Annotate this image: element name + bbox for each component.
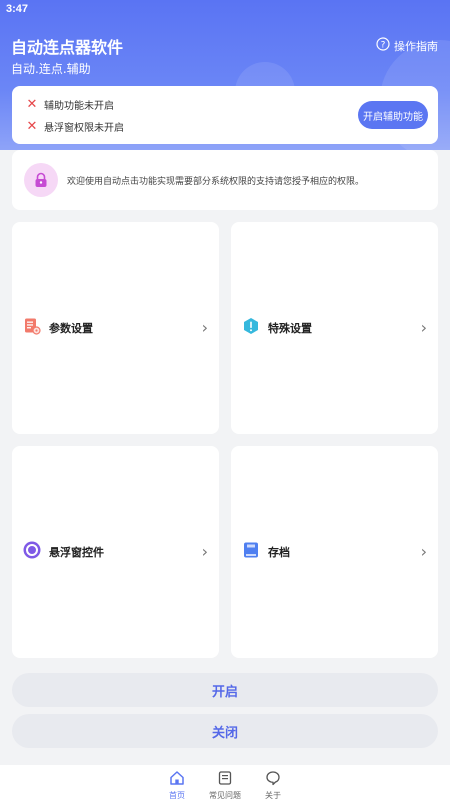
chevron-right-icon: › <box>201 542 208 561</box>
tile-archive[interactable]: 存档 › <box>231 446 438 658</box>
float-circle-icon <box>23 541 41 563</box>
about-icon <box>265 770 281 788</box>
welcome-card: 欢迎使用自动点击功能实现需要部分系统权限的支持请您授予相应的权限。 <box>12 150 438 210</box>
svg-text:?: ? <box>381 41 386 51</box>
nav-item-about[interactable]: 关于 <box>248 768 298 800</box>
tile-float-widget[interactable]: 悬浮窗控件 › <box>12 446 219 658</box>
enable-accessibility-button[interactable]: 开启辅助功能 <box>358 101 428 129</box>
error-x-icon: ✕ <box>26 119 38 134</box>
welcome-text: 欢迎使用自动点击功能实现需要部分系统权限的支持请您授予相应的权限。 <box>67 177 365 187</box>
app-title: 自动连点器软件 <box>11 38 124 57</box>
permission-label: 悬浮窗权限未开启 <box>44 123 124 134</box>
chevron-right-icon: › <box>201 318 208 337</box>
tile-parameter-settings[interactable]: 参数设置 › <box>12 222 219 434</box>
tile-special-settings[interactable]: 特殊设置 › <box>231 222 438 434</box>
nav-label: 首页 <box>169 791 185 800</box>
permission-label: 辅助功能未开启 <box>44 101 114 112</box>
tile-label: 悬浮窗控件 <box>49 546 104 559</box>
start-button[interactable]: 开启 <box>12 673 438 707</box>
tile-label: 特殊设置 <box>268 322 312 335</box>
home-icon <box>169 770 185 788</box>
guide-button[interactable]: ? 操作指南 <box>376 37 438 54</box>
app-subtitle: 自动.连点.辅助 <box>11 62 91 76</box>
permission-item-overlay: ✕ 悬浮窗权限未开启 <box>26 119 124 134</box>
tile-label: 存档 <box>268 546 290 559</box>
chevron-right-icon: › <box>420 318 427 337</box>
document-settings-icon <box>23 317 41 339</box>
alert-hexagon-icon <box>242 317 260 339</box>
help-circle-icon: ? <box>376 37 390 54</box>
status-bar-time: 3:47 <box>6 3 29 15</box>
nav-label: 关于 <box>265 791 281 800</box>
stop-button[interactable]: 关闭 <box>12 714 438 748</box>
guide-label: 操作指南 <box>394 39 438 53</box>
nav-label: 常见问题 <box>209 791 241 800</box>
permission-item-accessibility: ✕ 辅助功能未开启 <box>26 97 114 112</box>
chevron-right-icon: › <box>420 542 427 561</box>
nav-item-faq[interactable]: 常见问题 <box>200 768 250 800</box>
tile-label: 参数设置 <box>49 322 93 335</box>
error-x-icon: ✕ <box>26 97 38 112</box>
bottom-nav: 首页 常见问题 关于 <box>0 765 450 800</box>
nav-item-home[interactable]: 首页 <box>152 768 202 800</box>
save-archive-icon <box>242 541 260 563</box>
lock-icon <box>24 163 58 197</box>
faq-icon <box>217 770 233 788</box>
permissions-card: ✕ 辅助功能未开启 ✕ 悬浮窗权限未开启 开启辅助功能 <box>12 86 438 144</box>
